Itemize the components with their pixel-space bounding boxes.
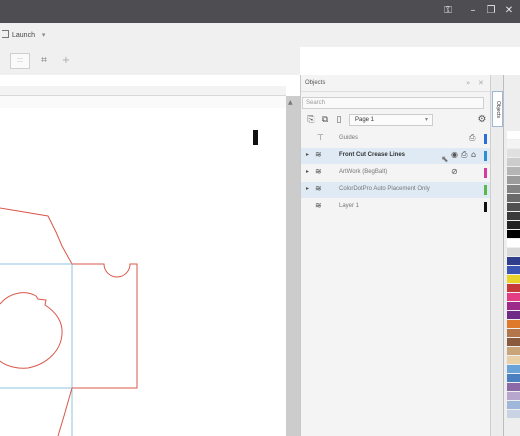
- color-swatch[interactable]: [507, 140, 520, 148]
- launch-label: Launch: [12, 32, 35, 39]
- color-swatch[interactable]: [507, 302, 520, 310]
- color-swatch[interactable]: [507, 194, 520, 202]
- mouse-cursor-icon: ⬉: [441, 155, 449, 165]
- layers-icon[interactable]: ⧉: [319, 114, 331, 126]
- color-swatch[interactable]: [507, 284, 520, 292]
- color-swatch[interactable]: [507, 266, 520, 274]
- color-swatch[interactable]: [507, 203, 520, 211]
- color-swatch[interactable]: [507, 239, 520, 247]
- page-marker: [253, 130, 258, 145]
- minimize-icon[interactable]: –: [466, 4, 480, 18]
- menu-bar: Launch ▾: [0, 23, 520, 47]
- layer-color: [484, 202, 487, 212]
- frame-icon[interactable]: ⌗: [36, 53, 52, 69]
- hidden-icon[interactable]: ⊘: [451, 167, 458, 176]
- color-swatch[interactable]: [507, 167, 520, 175]
- docker-tab-strip: Objects: [490, 75, 503, 436]
- color-swatch[interactable]: [507, 347, 520, 355]
- page-dropdown-value: Page 1: [355, 117, 375, 123]
- layer-name: ColorDotPro Auto Placement Only: [339, 186, 430, 192]
- color-swatch[interactable]: [507, 131, 520, 139]
- panel-header: Objects » ✕: [301, 75, 491, 92]
- layer-row-layer-1[interactable]: ≋ Layer 1: [301, 199, 491, 215]
- color-swatch[interactable]: [507, 293, 520, 301]
- visibility-eye-icon[interactable]: ◉: [451, 150, 458, 159]
- color-swatch[interactable]: [507, 221, 520, 229]
- color-swatch[interactable]: [507, 176, 520, 184]
- scroll-up-icon[interactable]: ▲: [288, 99, 293, 106]
- color-swatch[interactable]: [507, 149, 520, 157]
- chevron-down-icon: ▾: [41, 31, 46, 39]
- layer-name: Front Cut Crease Lines: [339, 152, 406, 158]
- gear-icon[interactable]: ⚙: [476, 114, 488, 126]
- color-swatch[interactable]: [507, 401, 520, 409]
- chevron-down-icon: ▾: [424, 116, 428, 123]
- panel-toolbar: ⎘ ⧉ ▯ Page 1 ▾ ⚙: [301, 111, 491, 129]
- print-icon[interactable]: ⎙: [469, 133, 475, 143]
- layer-color: [484, 168, 487, 178]
- color-swatch[interactable]: [507, 329, 520, 337]
- guides-icon: ⊤: [317, 133, 324, 142]
- color-swatch[interactable]: [507, 320, 520, 328]
- layer-name: Guides: [339, 135, 359, 141]
- layer-stack-icon: ≋: [315, 201, 322, 210]
- color-swatch[interactable]: [507, 212, 520, 220]
- layer-row-colordotpro[interactable]: ▸ ≋ ColorDotPro Auto Placement Only: [301, 182, 491, 198]
- color-swatch[interactable]: [507, 410, 520, 418]
- expand-arrow-icon[interactable]: ▸: [306, 168, 309, 175]
- color-swatch[interactable]: [507, 383, 520, 391]
- launch-menu[interactable]: Launch ▾: [2, 29, 45, 41]
- title-bar: ⚿ – ❐ ✕: [0, 0, 520, 23]
- layer-row-artwork[interactable]: ▸ ≋ ArtWork (BegBalt) ⊘: [301, 165, 491, 181]
- layer-color: [484, 185, 487, 195]
- layer-row-front-cut[interactable]: ▸ ≋ Front Cut Crease Lines ◉ ⎙ ⌂: [301, 148, 491, 164]
- layer-stack-icon: ≋: [315, 167, 322, 176]
- panel-expand-icon[interactable]: »: [466, 79, 470, 87]
- value-spinner[interactable]: :::: [10, 53, 30, 69]
- close-icon[interactable]: ✕: [502, 4, 516, 18]
- color-swatch[interactable]: [507, 275, 520, 283]
- color-palette: [503, 75, 520, 436]
- property-bar: ::: ⌗ +: [0, 47, 300, 75]
- color-swatch[interactable]: [507, 257, 520, 265]
- panel-close-icon[interactable]: ✕: [478, 79, 484, 87]
- color-swatch[interactable]: [507, 248, 520, 256]
- layer-name: ArtWork (BegBalt): [339, 169, 388, 175]
- color-swatch[interactable]: [507, 356, 520, 364]
- new-layer-icon[interactable]: ⎘: [305, 114, 317, 126]
- layer-stack-icon: ≋: [315, 184, 322, 193]
- layer-color: [484, 134, 487, 144]
- print-icon[interactable]: ⎙: [461, 150, 467, 160]
- page-area: [0, 108, 286, 436]
- drawing-canvas[interactable]: [0, 96, 286, 436]
- color-swatch[interactable]: [507, 338, 520, 346]
- color-swatch[interactable]: [507, 230, 520, 238]
- canvas-drawing: [0, 108, 286, 436]
- layer-name: Layer 1: [339, 203, 360, 209]
- color-swatch[interactable]: [507, 374, 520, 382]
- color-swatch[interactable]: [507, 365, 520, 373]
- layer-color: [484, 151, 487, 161]
- page-icon[interactable]: ▯: [333, 114, 345, 126]
- expand-arrow-icon[interactable]: ▸: [306, 185, 309, 192]
- color-swatch[interactable]: [507, 158, 520, 166]
- layer-row-guides[interactable]: ⊤ Guides ⎙: [301, 131, 491, 147]
- search-input[interactable]: Search: [302, 97, 484, 109]
- add-icon[interactable]: +: [58, 53, 74, 69]
- color-swatch[interactable]: [507, 311, 520, 319]
- expand-arrow-icon[interactable]: ▸: [306, 151, 309, 158]
- vertical-scrollbar[interactable]: [286, 96, 300, 436]
- lock-icon[interactable]: ⌂: [471, 150, 476, 159]
- color-swatch[interactable]: [507, 185, 520, 193]
- panel-title: Objects: [305, 80, 326, 86]
- page-dropdown[interactable]: Page 1 ▾: [349, 114, 433, 126]
- tab-objects[interactable]: Objects: [492, 91, 503, 127]
- layer-stack-icon: ≋: [315, 150, 322, 159]
- account-icon[interactable]: ⚿: [441, 4, 455, 18]
- restore-icon[interactable]: ❐: [484, 4, 498, 18]
- horizontal-ruler: [0, 86, 286, 96]
- launch-icon: [2, 30, 9, 38]
- color-swatch[interactable]: [507, 392, 520, 400]
- objects-panel: Objects » ✕ ▲ Search ⎘ ⧉ ▯ Page 1 ▾ ⚙ ⊤ …: [288, 75, 491, 436]
